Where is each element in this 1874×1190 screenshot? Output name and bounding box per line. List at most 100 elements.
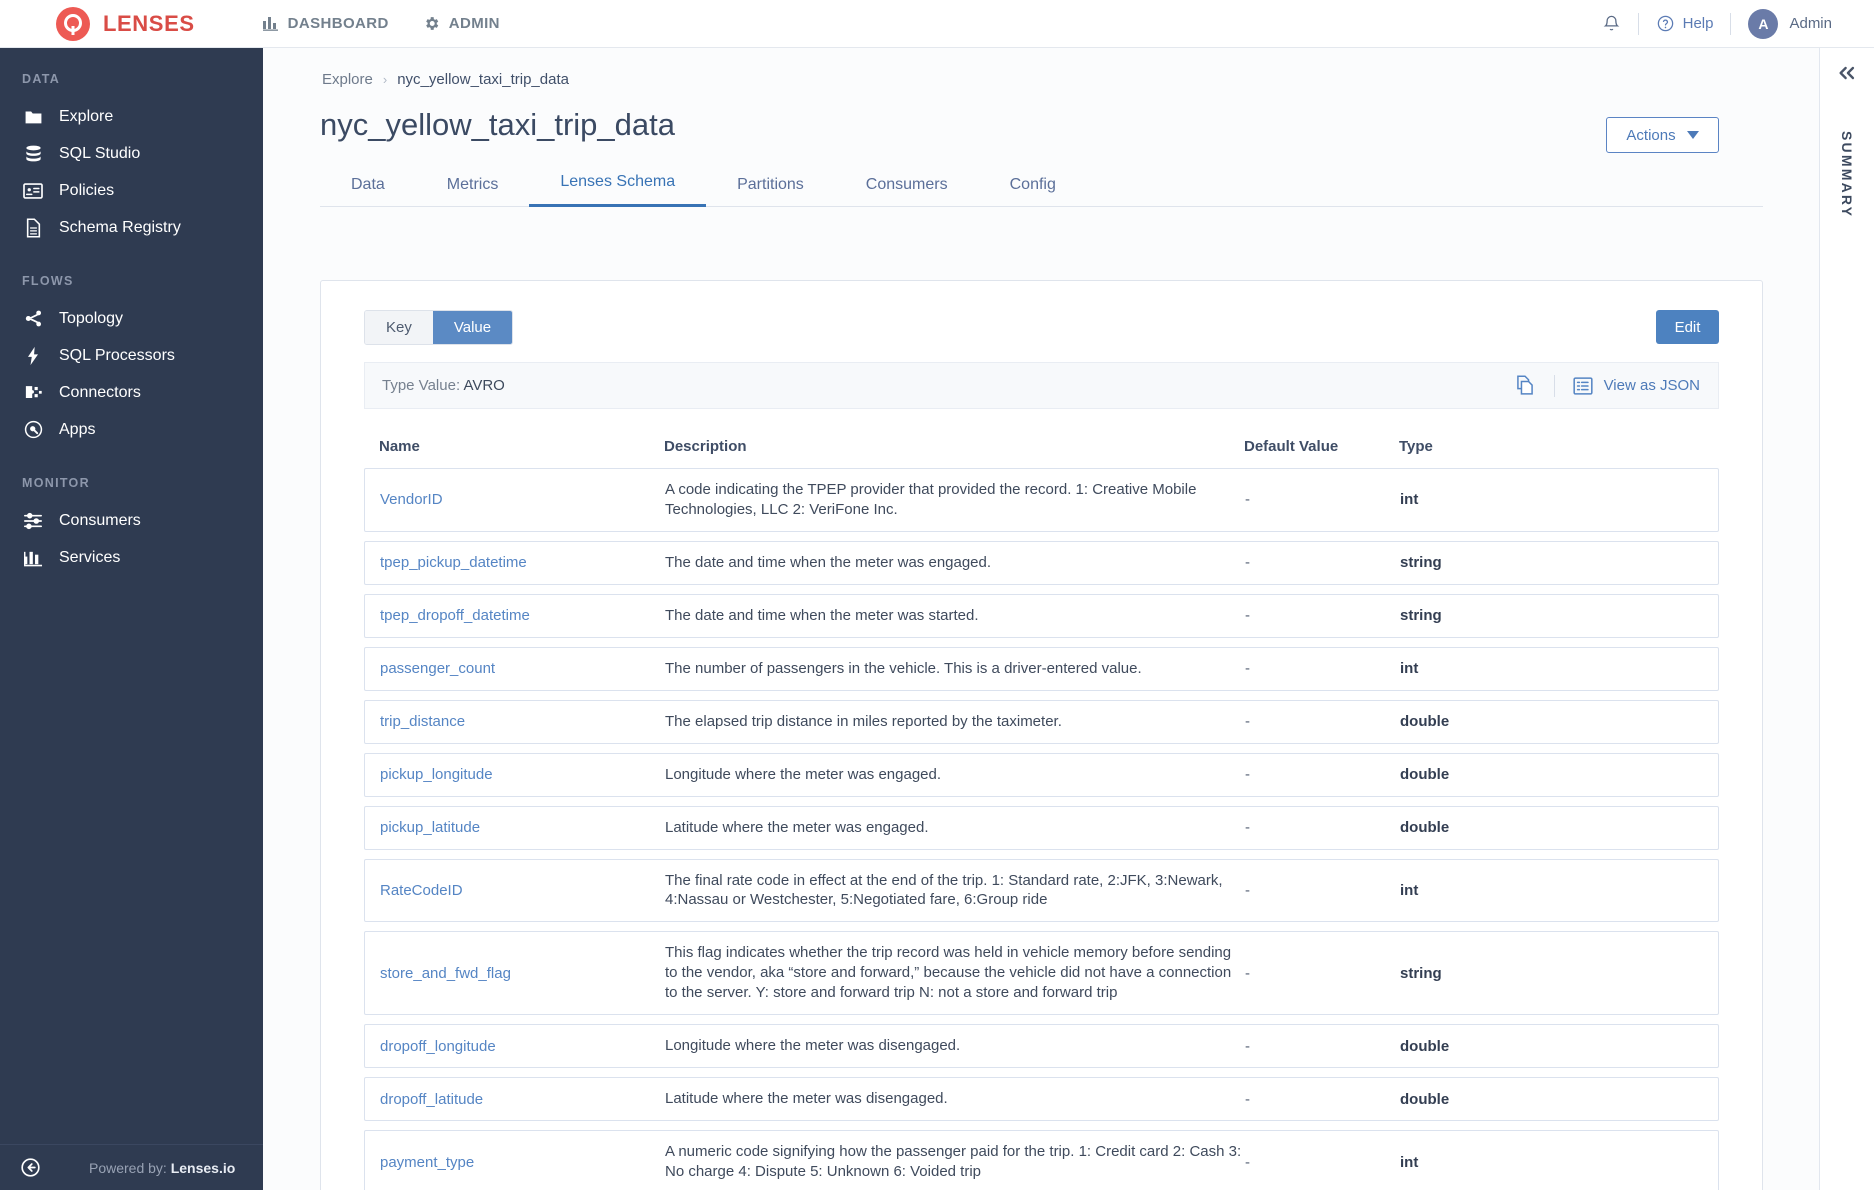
table-row[interactable]: RateCodeID The final rate code in effect… [364,858,1719,923]
header-divider-2 [1730,12,1732,35]
table-row[interactable]: passenger_count The number of passengers… [364,646,1719,691]
field-name-link[interactable]: passenger_count [365,649,665,688]
type-bar-divider [1553,374,1555,397]
table-row[interactable]: VendorID A code indicating the TPEP prov… [364,468,1719,532]
tab-lenses-schema[interactable]: Lenses Schema [529,165,707,207]
top-nav-admin[interactable]: ADMIN [423,15,500,32]
breadcrumb-current: nyc_yellow_taxi_trip_data [397,71,569,88]
table-row[interactable]: tpep_pickup_datetime The date and time w… [364,540,1719,585]
field-default-value: - [1245,1090,1250,1108]
collapse-left-icon[interactable] [20,1157,41,1178]
brand-logo-group[interactable]: LENSES [56,6,195,41]
table-row[interactable]: payment_type A numeric code signifying h… [364,1130,1719,1190]
copy-icon[interactable] [1514,374,1536,397]
type-value-bar: Type Value: AVRO View as JSON [364,362,1719,409]
help-button[interactable]: Help [1656,14,1714,33]
sidebar-item-policies-label: Policies [59,181,115,199]
schema-toolbar: Key Value Edit [321,310,1762,356]
tab-metrics[interactable]: Metrics [416,168,530,207]
sidebar-item-sql-processors[interactable]: SQL Processors [0,337,263,374]
id-card-icon [22,182,44,199]
field-type: string [1400,554,1442,572]
field-name-link[interactable]: VendorID [365,480,665,519]
top-nav-dashboard[interactable]: DASHBOARD [262,15,389,32]
column-header-description: Description [664,438,747,455]
field-type: double [1400,766,1450,784]
field-default-value: - [1245,491,1250,509]
view-as-json-button[interactable]: View as JSON [1572,376,1700,395]
breadcrumb: Explore › nyc_yellow_taxi_trip_data [322,71,1819,88]
sidebar-group-monitor: MONITOR Consumers Services [0,448,263,576]
sidebar-item-policies[interactable]: Policies [0,172,263,209]
avatar: A [1748,8,1779,39]
field-description: The number of passengers in the vehicle.… [665,659,1142,677]
schema-card: Key Value Edit Type Value: AVRO View as … [320,280,1763,1190]
sidebar-item-connectors-label: Connectors [59,383,141,401]
field-name-link[interactable]: store_and_fwd_flag [365,954,665,993]
table-row[interactable]: dropoff_latitude Latitude where the mete… [364,1077,1719,1122]
field-name-link[interactable]: dropoff_latitude [365,1080,665,1119]
field-type: double [1400,1090,1450,1108]
actions-button[interactable]: Actions [1606,117,1719,153]
sidebar-item-apps[interactable]: Apps [0,411,263,448]
field-description: Latitude where the meter was engaged. [665,818,929,836]
field-name-link[interactable]: dropoff_longitude [365,1027,665,1066]
sidebar-item-sql-studio[interactable]: SQL Studio [0,135,263,172]
user-menu[interactable]: A Admin [1748,8,1832,39]
sidebar-group-flows: FLOWS Topology SQL Processors Connectors… [0,246,263,448]
brand-name: LENSES [103,10,195,36]
tab-consumers[interactable]: Consumers [835,168,979,207]
tab-data[interactable]: Data [320,168,416,207]
table-row[interactable]: tpep_dropoff_datetime The date and time … [364,593,1719,638]
sliders-icon [22,512,44,530]
sidebar-item-schema-registry[interactable]: Schema Registry [0,209,263,246]
chevron-down-icon [1686,131,1699,139]
field-type: int [1400,881,1419,899]
field-default-value: - [1245,819,1250,837]
table-row[interactable]: dropoff_longitude Longitude where the me… [364,1024,1719,1069]
field-name-link[interactable]: payment_type [365,1143,665,1182]
table-row[interactable]: pickup_longitude Longitude where the met… [364,752,1719,797]
toggle-value[interactable]: Value [432,311,513,344]
table-row[interactable]: store_and_fwd_flag This flag indicates w… [364,931,1719,1016]
chevrons-left-icon[interactable] [1837,65,1857,86]
sidebar-item-explore[interactable]: Explore [0,98,263,135]
sidebar-item-topology[interactable]: Topology [0,300,263,337]
summary-label[interactable]: SUMMARY [1839,131,1855,218]
field-type: double [1400,713,1450,731]
notification-bell-icon[interactable] [1602,13,1621,34]
sidebar-item-consumers[interactable]: Consumers [0,502,263,539]
field-name-link[interactable]: RateCodeID [365,871,665,910]
sidebar-group-label-monitor: MONITOR [22,476,90,490]
sidebar-group-label-data: DATA [22,72,61,86]
tab-config[interactable]: Config [979,168,1087,207]
table-row[interactable]: trip_distance The elapsed trip distance … [364,699,1719,744]
field-name-link[interactable]: pickup_latitude [365,808,665,847]
field-name-link[interactable]: tpep_pickup_datetime [365,543,665,582]
field-name-link[interactable]: pickup_longitude [365,755,665,794]
edit-button[interactable]: Edit [1656,310,1719,344]
top-nav-dashboard-label: DASHBOARD [287,15,389,32]
sidebar-group-data: DATA Explore SQL Studio Policies Schema … [0,48,263,246]
field-default-value: - [1245,1153,1250,1171]
gear-icon [423,15,440,32]
field-description: Latitude where the meter was disengaged. [665,1090,948,1108]
document-icon [22,217,44,238]
lenses-pin-logo-icon [56,6,90,41]
field-name-link[interactable]: tpep_dropoff_datetime [365,596,665,635]
help-label: Help [1682,15,1714,32]
sidebar-item-explore-label: Explore [59,107,114,125]
top-bar-right: Help A Admin [1602,8,1832,39]
breadcrumb-explore[interactable]: Explore [322,71,373,88]
powered-by-text: Powered by: Lenses.io [89,1160,235,1176]
sidebar-item-services-label: Services [59,548,121,566]
sidebar-item-sql-studio-label: SQL Studio [59,144,141,162]
sidebar-item-connectors[interactable]: Connectors [0,374,263,411]
toggle-key[interactable]: Key [365,311,433,344]
field-name-link[interactable]: trip_distance [365,702,665,741]
sidebar-item-services[interactable]: Services [0,539,263,576]
tab-partitions[interactable]: Partitions [706,168,835,207]
field-default-value: - [1245,554,1250,572]
table-header-row: Name Description Default Value Type [364,438,1719,455]
table-row[interactable]: pickup_latitude Latitude where the meter… [364,805,1719,850]
